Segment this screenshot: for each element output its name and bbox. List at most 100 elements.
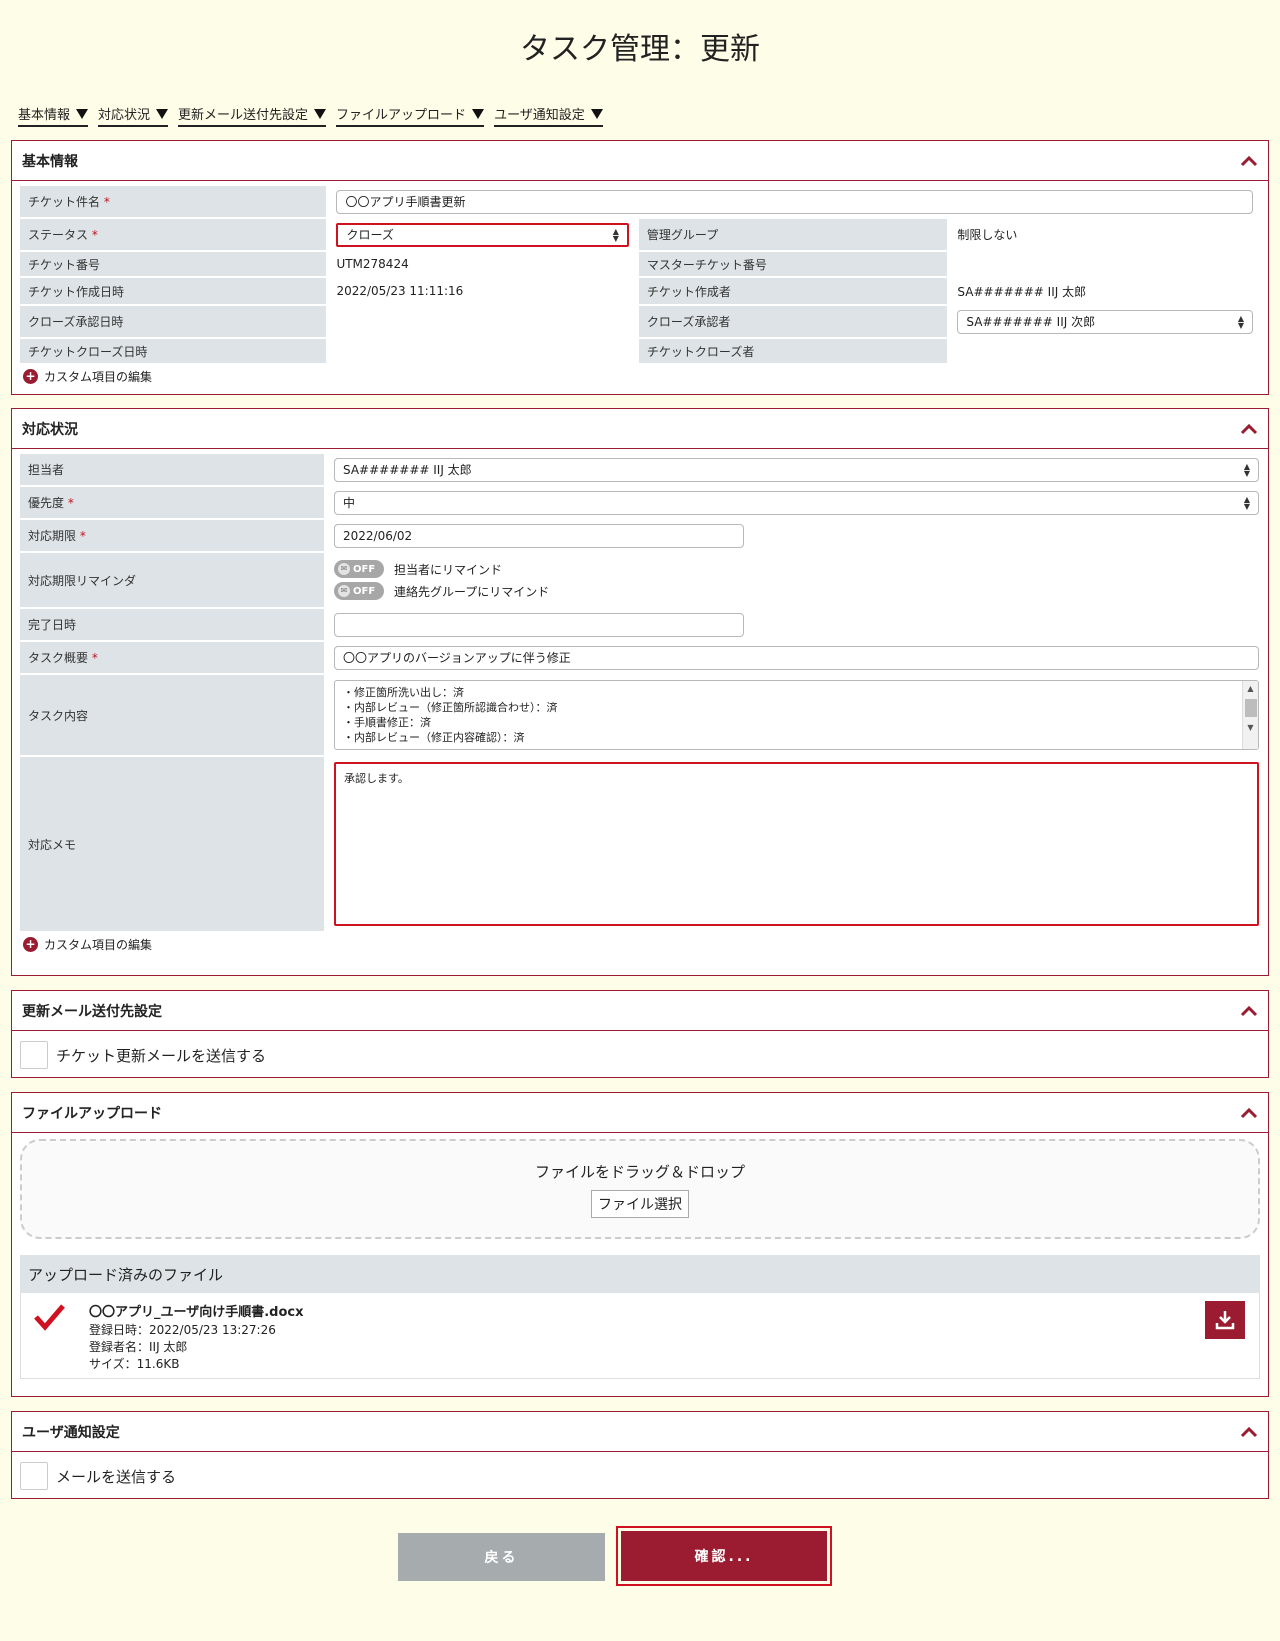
triangle-down-icon bbox=[76, 108, 89, 119]
ticket-number-value: UTM278424 bbox=[328, 252, 637, 276]
close-approved-at-value bbox=[328, 306, 637, 337]
triangle-down-icon bbox=[590, 108, 603, 119]
closer-value bbox=[949, 339, 1261, 363]
back-button[interactable]: 戻る bbox=[398, 1533, 605, 1581]
checkmark-icon[interactable] bbox=[33, 1303, 65, 1331]
creator-label: チケット作成者 bbox=[638, 278, 948, 304]
mail-icon: ✉ bbox=[338, 563, 350, 575]
mail-icon: ✉ bbox=[338, 585, 350, 597]
send-update-mail-row: チケット更新メールを送信する bbox=[12, 1031, 1268, 1079]
plus-icon: + bbox=[23, 937, 38, 952]
user-notify-header[interactable]: ユーザ通知設定 bbox=[12, 1412, 1268, 1452]
file-select-button[interactable]: ファイル選択 bbox=[591, 1189, 689, 1218]
closed-at-value bbox=[328, 339, 637, 363]
uploaded-file-row: 〇〇アプリ_ユーザ向け手順書.docx 登録日時：2022/05/23 13:2… bbox=[20, 1293, 1260, 1379]
plus-icon: + bbox=[23, 369, 38, 384]
anchor-user-notify[interactable]: ユーザ通知設定 bbox=[494, 104, 603, 127]
uploaded-files-header: アップロード済みのファイル bbox=[20, 1255, 1260, 1293]
created-at-label: チケット作成日時 bbox=[20, 278, 327, 304]
deadline-label: 対応期限 * bbox=[20, 520, 324, 551]
status-select[interactable]: クローズ ▲ ▼ bbox=[336, 222, 629, 247]
send-update-mail-checkbox[interactable] bbox=[20, 1041, 48, 1069]
custom-fields-edit-link[interactable]: + カスタム項目の編集 bbox=[23, 368, 1268, 385]
created-at-value: 2022/05/23 11:11:16 bbox=[328, 278, 637, 304]
confirm-button[interactable]: 確認... bbox=[621, 1531, 827, 1581]
chevron-up-icon[interactable] bbox=[1240, 1005, 1258, 1017]
mail-settings-header[interactable]: 更新メール送付先設定 bbox=[12, 991, 1268, 1031]
response-status-panel: 対応状況 担当者 SA####### IIJ 太郎 ▲ ▼ 優先度 * 中 ▲ ▼ 対応… bbox=[11, 408, 1269, 976]
select-arrows-icon: ▲ ▼ bbox=[1243, 494, 1250, 511]
closed-at-label: チケットクローズ日時 bbox=[20, 339, 327, 363]
closer-label: チケットクローズ者 bbox=[638, 339, 948, 363]
done-input[interactable] bbox=[334, 612, 744, 637]
ticket-number-label: チケット番号 bbox=[20, 252, 327, 276]
file-size: サイズ：11.6KB bbox=[89, 1357, 180, 1371]
close-approved-at-label: クローズ承認日時 bbox=[20, 306, 327, 337]
file-upload-header[interactable]: ファイルアップロード bbox=[12, 1093, 1268, 1133]
remind-assignee-row: ✉ OFF 担当者にリマインド bbox=[334, 558, 1259, 580]
file-name: 〇〇アプリ_ユーザ向け手順書.docx bbox=[89, 1305, 304, 1320]
anchor-response-status[interactable]: 対応状況 bbox=[98, 104, 169, 127]
page-title: タスク管理：更新 bbox=[520, 32, 760, 67]
confirm-button-highlight: 確認... bbox=[616, 1526, 832, 1586]
content-textarea[interactable]: ・修正箇所洗い出し：済 ・内部レビュー（修正箇所認識合わせ）：済 ・手順書修正：… bbox=[334, 680, 1259, 750]
triangle-down-icon bbox=[156, 108, 169, 119]
master-ticket-label: マスターチケット番号 bbox=[638, 252, 948, 276]
panel-title: ファイルアップロード bbox=[22, 1105, 162, 1122]
assignee-label: 担当者 bbox=[20, 454, 324, 485]
basic-info-form: チケット件名 * 〇〇アプリ手順書更新 ステータス * クローズ ▲ ▼ 管理グルー… bbox=[18, 184, 1263, 365]
summary-label: タスク概要 * bbox=[20, 642, 324, 673]
reminder-label: 対応期限リマインダ bbox=[20, 553, 324, 607]
summary-input[interactable]: 〇〇アプリのバージョンアップに伴う修正 bbox=[334, 645, 1259, 670]
mgmt-group-label: 管理グループ bbox=[638, 219, 948, 250]
send-mail-checkbox[interactable] bbox=[20, 1462, 48, 1490]
triangle-down-icon bbox=[472, 108, 485, 119]
custom-fields-edit-link[interactable]: + カスタム項目の編集 bbox=[23, 936, 1268, 953]
status-label: ステータス * bbox=[20, 219, 327, 250]
remind-assignee-toggle[interactable]: ✉ OFF bbox=[334, 560, 384, 578]
anchor-file-upload[interactable]: ファイルアップロード bbox=[336, 104, 485, 127]
priority-select[interactable]: 中 ▲ ▼ bbox=[334, 490, 1259, 515]
panel-title: 対応状況 bbox=[22, 421, 78, 438]
file-date: 登録日時：2022/05/23 13:27:26 bbox=[89, 1323, 276, 1337]
send-mail-row: メールを送信する bbox=[12, 1452, 1268, 1500]
panel-title: ユーザ通知設定 bbox=[22, 1424, 120, 1441]
panel-title: 基本情報 bbox=[22, 153, 78, 170]
memo-label: 対応メモ bbox=[20, 757, 324, 931]
response-status-header[interactable]: 対応状況 bbox=[12, 409, 1268, 449]
file-user: 登録者名：IIJ 太郎 bbox=[89, 1340, 188, 1354]
deadline-input[interactable]: 2022/06/02 bbox=[334, 523, 744, 548]
chevron-up-icon[interactable] bbox=[1240, 423, 1258, 435]
remind-group-row: ✉ OFF 連絡先グループにリマインド bbox=[334, 580, 1259, 602]
done-label: 完了日時 bbox=[20, 609, 324, 640]
select-arrows-icon: ▲ ▼ bbox=[612, 226, 619, 243]
chevron-up-icon[interactable] bbox=[1240, 1107, 1258, 1119]
download-button[interactable] bbox=[1205, 1301, 1245, 1339]
select-arrows-icon: ▲ ▼ bbox=[1243, 461, 1250, 478]
file-upload-panel: ファイルアップロード ファイルをドラッグ＆ドロップ ファイル選択 アップロード済… bbox=[11, 1092, 1269, 1397]
memo-textarea[interactable]: 承認します。 bbox=[334, 762, 1259, 926]
anchor-mail-settings[interactable]: 更新メール送付先設定 bbox=[178, 104, 327, 127]
panel-title: 更新メール送付先設定 bbox=[22, 1003, 162, 1020]
master-ticket-value bbox=[949, 252, 1261, 276]
mail-settings-panel: 更新メール送付先設定 チケット更新メールを送信する bbox=[11, 990, 1269, 1078]
chevron-up-icon[interactable] bbox=[1240, 1426, 1258, 1438]
mgmt-group-value: 制限しない bbox=[949, 219, 1261, 250]
response-status-form: 担当者 SA####### IIJ 太郎 ▲ ▼ 優先度 * 中 ▲ ▼ 対応期限 * … bbox=[18, 452, 1269, 933]
ticket-name-label: チケット件名 * bbox=[20, 186, 327, 217]
section-anchor-nav: 基本情報 対応状況 更新メール送付先設定 ファイルアップロード ユーザ通知設定 bbox=[18, 104, 603, 127]
remind-group-toggle[interactable]: ✉ OFF bbox=[334, 582, 384, 600]
close-approver-label: クローズ承認者 bbox=[638, 306, 948, 337]
content-label: タスク内容 bbox=[20, 675, 324, 755]
basic-info-header[interactable]: 基本情報 bbox=[12, 141, 1268, 181]
basic-info-panel: 基本情報 チケット件名 * 〇〇アプリ手順書更新 ステータス * クローズ ▲ ▼ … bbox=[11, 140, 1269, 395]
assignee-select[interactable]: SA####### IIJ 太郎 ▲ ▼ bbox=[334, 457, 1259, 482]
close-approver-select[interactable]: SA####### IIJ 次郎 ▲ ▼ bbox=[957, 309, 1253, 334]
file-drop-zone[interactable]: ファイルをドラッグ＆ドロップ ファイル選択 bbox=[20, 1139, 1260, 1239]
anchor-basic-info[interactable]: 基本情報 bbox=[18, 104, 89, 127]
textarea-scrollbar[interactable]: ▲ ▼ bbox=[1242, 681, 1258, 749]
chevron-up-icon[interactable] bbox=[1240, 155, 1258, 167]
ticket-name-input[interactable]: 〇〇アプリ手順書更新 bbox=[336, 189, 1253, 214]
select-arrows-icon: ▲ ▼ bbox=[1237, 313, 1244, 330]
creator-value: SA####### IIJ 太郎 bbox=[949, 278, 1261, 304]
